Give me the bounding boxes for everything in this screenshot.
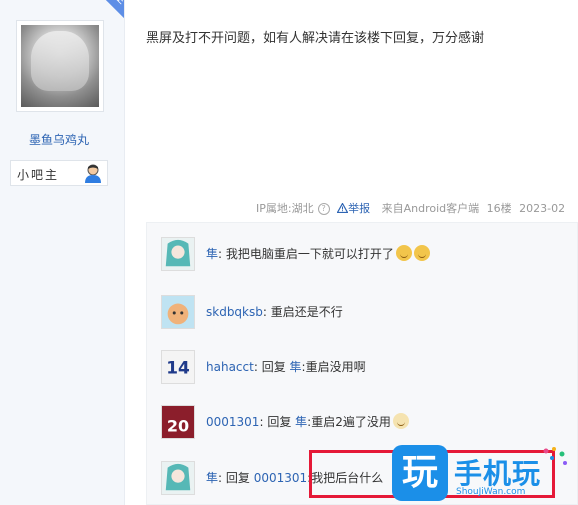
reply-separator: : — [218, 471, 226, 485]
watermark-text: 手机玩 — [454, 457, 542, 490]
reply-username[interactable]: 0001301 — [206, 415, 259, 429]
reply-body: :重启2遍了没用 — [307, 415, 391, 429]
ip-location: IP属地:湖北 — [256, 202, 314, 215]
reply-prefix: 回复 — [267, 415, 296, 429]
watermark-dots-icon — [543, 447, 567, 465]
reply-avatar[interactable] — [161, 237, 195, 271]
avatar-figure — [31, 31, 89, 91]
warning-icon — [336, 202, 349, 214]
reply-text: skdbqksb: 重启还是不行 — [206, 303, 343, 320]
post-content: 黑屏及打不开问题，如有人解决请在该楼下回复，万分感谢 — [146, 31, 485, 46]
reply-separator: : — [218, 247, 226, 261]
client-source: 来自Android客户端 — [381, 202, 480, 215]
floor-number: 16楼 — [486, 202, 512, 215]
reply-prefix: 回复 — [261, 360, 290, 374]
op-badge-wrap: 楼主 — [0, 0, 124, 40]
reply-username[interactable]: skdbqksb — [206, 305, 263, 319]
reply-item: 隼: 我把电脑重启一下就可以打开了 — [161, 237, 571, 273]
watermark-subtext: ShouJiWan.com — [456, 487, 526, 497]
reply-text: 隼: 我把电脑重启一下就可以打开了 — [206, 245, 430, 262]
reply-item: 14 hahacct: 回复 隼:重启没用啊 — [161, 350, 571, 386]
reply-text: 0001301: 回复 隼:重启2遍了没用 — [206, 413, 409, 430]
reply-body: :重启没用啊 — [301, 360, 366, 374]
reply-target[interactable]: 0001301 — [254, 471, 307, 485]
jersey-number: 20 — [167, 416, 189, 435]
user-icon — [85, 164, 101, 183]
role-label: 小吧主 — [17, 168, 60, 182]
reply-prefix: 回复 — [225, 471, 254, 485]
reply-avatar[interactable]: 20 — [161, 405, 195, 439]
cake-emoji-icon — [392, 413, 409, 429]
reply-target[interactable]: 隼 — [295, 415, 307, 429]
reply-separator: : — [262, 305, 271, 319]
post-meta: IP属地:湖北? 举报 来自Android客户端 16楼 2023-02 — [256, 200, 569, 216]
watermark-logo-icon: 玩 — [392, 445, 448, 501]
sad-emoji-icon — [413, 245, 430, 261]
report-link[interactable]: 举报 — [336, 202, 378, 215]
author-sidebar: 楼主 墨鱼乌鸡丸 小吧主 — [0, 0, 125, 505]
reply-avatar[interactable]: 14 — [161, 350, 195, 384]
post-date: 2023-02 — [519, 202, 566, 215]
role-badge: 小吧主 — [10, 160, 108, 186]
reply-separator: : — [253, 360, 262, 374]
reply-target[interactable]: 隼 — [290, 360, 302, 374]
reply-text: hahacct: 回复 隼:重启没用啊 — [206, 358, 366, 375]
reply-avatar[interactable] — [161, 295, 195, 329]
reply-username[interactable]: hahacct — [206, 360, 254, 374]
help-icon[interactable]: ? — [317, 203, 330, 215]
reply-body: 重启还是不行 — [270, 305, 343, 319]
reply-body: 我把电脑重启一下就可以打开了 — [225, 247, 394, 261]
sad-emoji-icon — [395, 245, 412, 261]
reply-username[interactable]: 隼 — [206, 471, 218, 485]
op-badge: 楼主 — [87, 0, 124, 25]
reply-item: skdbqksb: 重启还是不行 — [161, 295, 571, 331]
reply-username[interactable]: 隼 — [206, 247, 218, 261]
report-label: 举报 — [348, 202, 371, 215]
reply-avatar[interactable] — [161, 461, 195, 495]
author-username[interactable]: 墨鱼乌鸡丸 — [0, 131, 118, 148]
reply-item: 20 0001301: 回复 隼:重启2遍了没用 — [161, 405, 571, 441]
jersey-number: 14 — [166, 358, 190, 378]
